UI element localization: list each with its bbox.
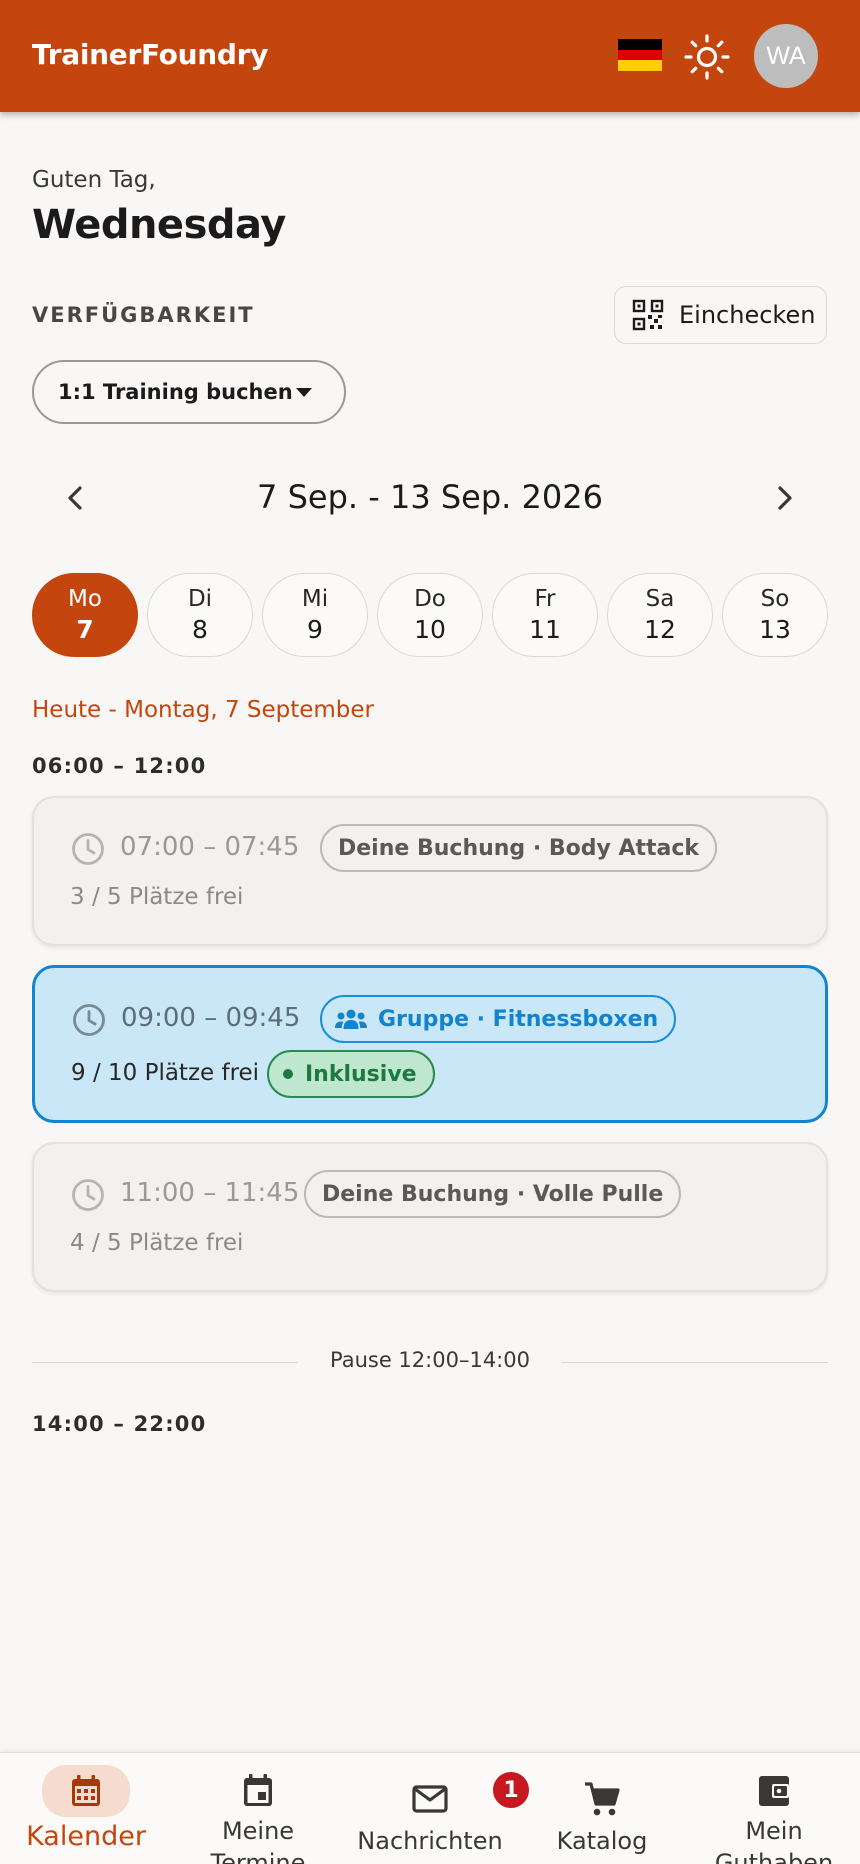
group-chip-label: Gruppe · Fitnessboxen bbox=[378, 1006, 659, 1032]
booking-type-label: 1:1 Training buchen bbox=[58, 380, 293, 404]
nav-icon-container bbox=[214, 1767, 302, 1815]
nav-item-katalog[interactable]: Katalog bbox=[516, 1753, 688, 1864]
booking-type-dropdown[interactable]: 1:1 Training buchen bbox=[32, 360, 346, 424]
seats-available: 9 / 10 Plätze frei bbox=[71, 1060, 260, 1086]
day-pill-di[interactable]: Di 8 bbox=[147, 573, 253, 657]
day-date: 11 bbox=[529, 615, 561, 644]
chevron-right-icon[interactable] bbox=[766, 480, 802, 516]
pause-label: Pause 12:00–14:00 bbox=[330, 1348, 530, 1372]
checkin-label: Einchecken bbox=[679, 301, 816, 329]
day-name: So bbox=[760, 586, 790, 612]
greeting-text: Guten Tag, bbox=[32, 167, 156, 193]
cart-icon bbox=[585, 1782, 620, 1816]
event-icon bbox=[244, 1774, 272, 1806]
checkin-button[interactable]: Einchecken bbox=[614, 286, 827, 344]
slot-card[interactable]: 07:00 – 07:45 Deine Buchung · Body Attac… bbox=[32, 796, 828, 946]
seats-available: 4 / 5 Plätze frei bbox=[70, 1230, 244, 1256]
slot-time: 11:00 – 11:45 bbox=[120, 1178, 300, 1208]
week-navigator: 7 Sep. - 13 Sep. 2026 bbox=[32, 466, 828, 530]
day-pill-mo[interactable]: Mo 7 bbox=[32, 573, 138, 657]
nav-label-line1: Mein bbox=[745, 1817, 803, 1845]
availability-label: VERFÜGBARKEIT bbox=[32, 303, 255, 327]
clock-icon bbox=[72, 833, 104, 865]
brand-title[interactable]: TrainerFoundry bbox=[32, 38, 268, 71]
day-name: Mo bbox=[68, 586, 102, 612]
day-date: 9 bbox=[307, 615, 323, 644]
nav-label: Nachrichten bbox=[357, 1827, 503, 1855]
inclusive-label: Inklusive bbox=[305, 1061, 417, 1087]
nav-label-line2: Guthaben bbox=[714, 1849, 834, 1864]
wallet-icon bbox=[759, 1776, 789, 1806]
week-range: 7 Sep. - 13 Sep. 2026 bbox=[257, 478, 603, 516]
page-title: Wednesday bbox=[32, 202, 286, 248]
nav-icon-container bbox=[558, 1775, 646, 1823]
day-date: 12 bbox=[644, 615, 676, 644]
clock-icon bbox=[72, 1179, 104, 1211]
time-block-heading: 14:00 – 22:00 bbox=[32, 1412, 207, 1436]
day-selector: Mo 7 Di 8 Mi 9 Do 10 Fr 11 Sa 12 So 13 bbox=[32, 573, 828, 657]
day-pill-do[interactable]: Do 10 bbox=[377, 573, 483, 657]
day-date: 10 bbox=[414, 615, 446, 644]
day-name: Di bbox=[187, 586, 213, 612]
day-name: Do bbox=[414, 586, 446, 612]
group-chip: Gruppe · Fitnessboxen bbox=[320, 995, 677, 1043]
day-name: Sa bbox=[645, 586, 675, 612]
nav-icon-container bbox=[42, 1765, 130, 1817]
booking-chip: Deine Buchung · Body Attack bbox=[320, 824, 718, 872]
day-pill-mi[interactable]: Mi 9 bbox=[262, 573, 368, 657]
day-pill-sa[interactable]: Sa 12 bbox=[607, 573, 713, 657]
nav-label: Kalender bbox=[26, 1821, 146, 1852]
nav-label: Katalog bbox=[556, 1827, 648, 1855]
nav-item-kalender[interactable]: Kalender bbox=[0, 1753, 172, 1864]
day-name: Fr bbox=[534, 586, 556, 612]
avatar[interactable]: WA bbox=[754, 24, 818, 88]
slot-time: 07:00 – 07:45 bbox=[120, 832, 300, 862]
day-date: 7 bbox=[76, 615, 94, 644]
nav-icon-container: 1 bbox=[386, 1769, 532, 1823]
day-date: 13 bbox=[759, 615, 791, 644]
day-pill-fr[interactable]: Fr 11 bbox=[492, 573, 598, 657]
nav-item-meine-termine[interactable]: Meine Termine bbox=[172, 1753, 344, 1864]
clock-icon bbox=[73, 1004, 105, 1036]
group-icon bbox=[335, 1009, 367, 1029]
status-dot-icon bbox=[283, 1069, 293, 1079]
german-flag-icon[interactable] bbox=[618, 39, 662, 72]
sun-icon[interactable] bbox=[683, 33, 731, 81]
divider-line bbox=[562, 1362, 828, 1363]
slot-time: 09:00 – 09:45 bbox=[121, 1003, 301, 1033]
day-name: Mi bbox=[301, 586, 329, 612]
caret-down-icon bbox=[296, 388, 312, 397]
pause-divider: Pause 12:00–14:00 bbox=[32, 1348, 828, 1378]
top-app-bar: TrainerFoundry WA bbox=[0, 0, 860, 112]
mail-icon bbox=[412, 1785, 448, 1813]
nav-icon-container bbox=[730, 1767, 818, 1815]
calendar-icon bbox=[72, 1775, 100, 1806]
day-pill-so[interactable]: So 13 bbox=[722, 573, 828, 657]
nav-label-line2: Termine bbox=[210, 1849, 306, 1864]
today-label: Heute - Montag, 7 September bbox=[32, 697, 375, 723]
nav-item-mein-guthaben[interactable]: Mein Guthaben bbox=[688, 1753, 860, 1864]
slot-card-selected[interactable]: 09:00 – 09:45 Gruppe · Fitnessboxen 9 / … bbox=[32, 965, 828, 1123]
qr-code-icon bbox=[632, 299, 664, 331]
bottom-navigation: Kalender Meine Termine 1 Nachrichten Kat… bbox=[0, 1752, 860, 1864]
inclusive-badge: Inklusive bbox=[267, 1050, 435, 1098]
booking-chip: Deine Buchung · Volle Pulle bbox=[304, 1170, 682, 1218]
slot-card[interactable]: 11:00 – 11:45 Deine Buchung · Volle Pull… bbox=[32, 1142, 828, 1292]
seats-available: 3 / 5 Plätze frei bbox=[70, 884, 244, 910]
nav-label-line1: Meine bbox=[221, 1817, 295, 1845]
nav-item-nachrichten[interactable]: 1 Nachrichten bbox=[344, 1753, 532, 1864]
day-date: 8 bbox=[192, 615, 208, 644]
time-block-heading: 06:00 – 12:00 bbox=[32, 754, 207, 778]
